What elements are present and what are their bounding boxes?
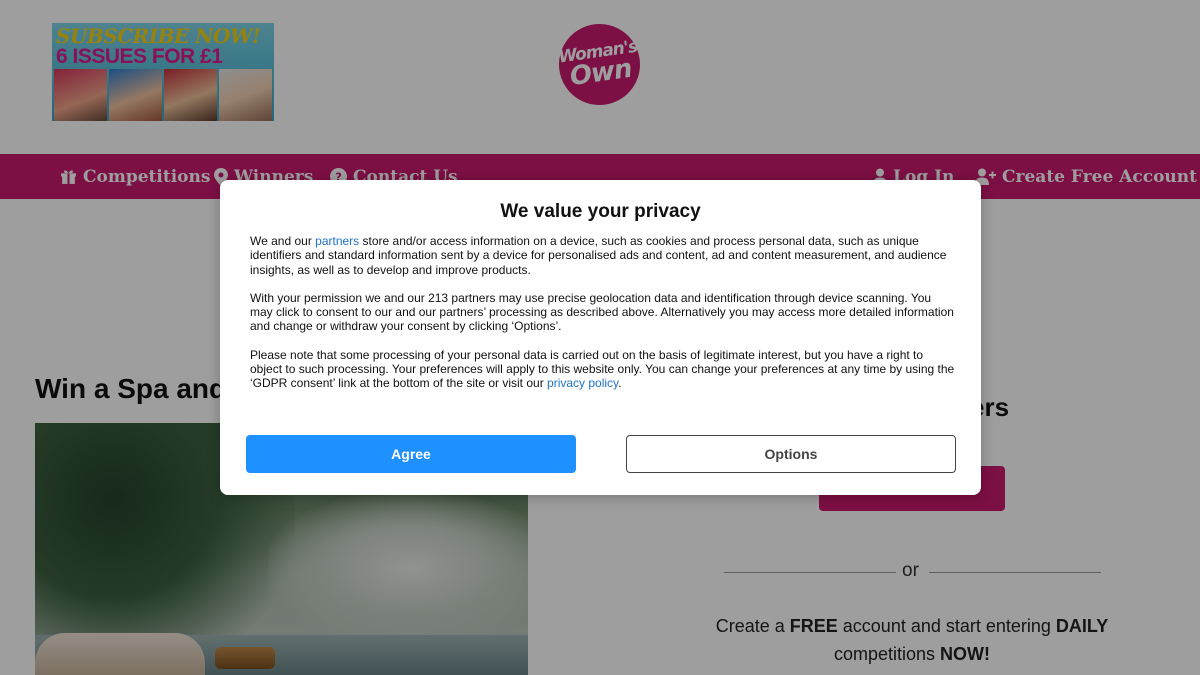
dialog-title: We value your privacy xyxy=(500,201,701,222)
consent-paragraph: With your permission we and our 213 part… xyxy=(250,290,954,334)
consent-paragraph: We and our partners store and/or access … xyxy=(250,234,947,277)
agree-button[interactable]: Agree xyxy=(246,435,576,473)
dialog-body: We and our partners store and/or access … xyxy=(250,234,955,405)
privacy-consent-dialog: We value your privacy We and our partner… xyxy=(220,180,981,495)
options-button[interactable]: Options xyxy=(626,435,956,473)
privacy-policy-link[interactable]: privacy policy xyxy=(547,376,618,390)
partners-link[interactable]: partners xyxy=(315,234,359,248)
consent-paragraph: Please note that some processing of your… xyxy=(250,347,955,391)
